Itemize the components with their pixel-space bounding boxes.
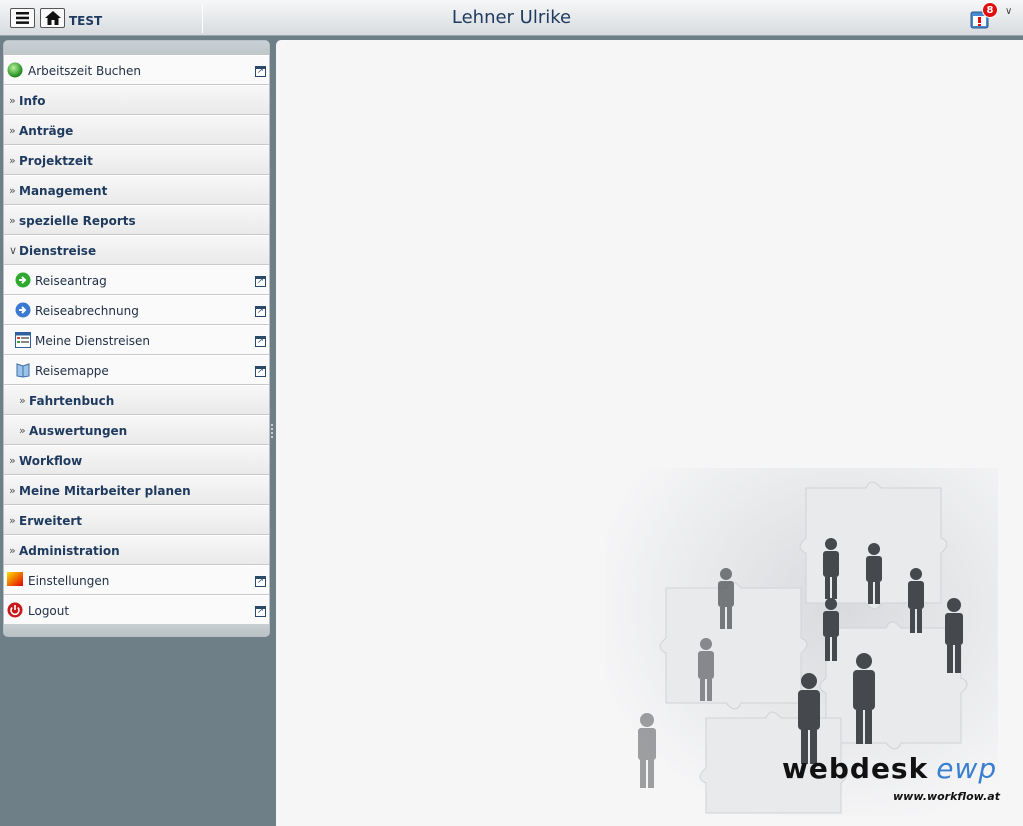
sidebar-item-label: Administration bbox=[19, 544, 120, 558]
webdesk-ewp-logo: webdesk ewp bbox=[782, 752, 997, 785]
chevron-right-icon: » bbox=[9, 154, 16, 167]
sidebar-item-arbeitszeit-buchen[interactable]: Arbeitszeit Buchen bbox=[4, 55, 269, 85]
sidebar-item-antraege[interactable]: » Anträge bbox=[4, 115, 269, 145]
open-external-icon[interactable] bbox=[255, 576, 266, 587]
chevron-right-icon: » bbox=[9, 94, 16, 107]
open-external-icon[interactable] bbox=[255, 276, 266, 287]
chevron-right-icon: » bbox=[19, 394, 26, 407]
sidebar-item-label: Workflow bbox=[19, 454, 83, 468]
sidebar-item-auswertungen[interactable]: » Auswertungen bbox=[4, 415, 269, 445]
sidebar-menu: Arbeitszeit Buchen»Info»Anträge»Projektz… bbox=[3, 40, 270, 637]
sidebar-item-reisemappe[interactable]: Reisemappe bbox=[4, 355, 269, 385]
sidebar-item-spezielle-reports[interactable]: » spezielle Reports bbox=[4, 205, 269, 235]
open-external-icon[interactable] bbox=[255, 66, 266, 77]
top-bar: TEST Lehner Ulrike 8 ∨ bbox=[0, 0, 1023, 36]
brand-name: webdesk bbox=[782, 752, 929, 785]
chevron-right-icon: » bbox=[9, 544, 16, 557]
sidebar-item-label: Dienstreise bbox=[19, 244, 97, 258]
chevron-right-icon: » bbox=[9, 484, 16, 497]
sidebar-item-label: Reisemappe bbox=[35, 364, 109, 378]
main-content: webdesk ewp www.workflow.at bbox=[276, 40, 1023, 826]
sidebar-item-info[interactable]: » Info bbox=[4, 85, 269, 115]
sidebar-footer bbox=[4, 624, 269, 636]
sidebar-item-label: Projektzeit bbox=[19, 154, 93, 168]
chevron-right-icon: » bbox=[9, 124, 16, 137]
sidebar-item-fahrtenbuch[interactable]: » Fahrtenbuch bbox=[4, 385, 269, 415]
sidebar-splitter-handle[interactable] bbox=[271, 424, 273, 440]
open-external-icon[interactable] bbox=[255, 366, 266, 377]
chevron-right-icon: » bbox=[9, 184, 16, 197]
sidebar-item-meine-dienstreisen[interactable]: Meine Dienstreisen bbox=[4, 325, 269, 355]
open-external-icon[interactable] bbox=[255, 606, 266, 617]
sidebar-item-label: Reiseabrechnung bbox=[35, 304, 139, 318]
sidebar-item-label: Meine Mitarbeiter planen bbox=[19, 484, 191, 498]
chevron-down-icon[interactable]: ∨ bbox=[1005, 6, 1012, 17]
sidebar-item-label: Anträge bbox=[19, 124, 74, 138]
sidebar-item-logout[interactable]: Logout bbox=[4, 595, 269, 625]
sidebar-item-label: spezielle Reports bbox=[19, 214, 136, 228]
sidebar-item-label: Erweitert bbox=[19, 514, 82, 528]
sidebar-item-dienstreise[interactable]: ∨ Dienstreise bbox=[4, 235, 269, 265]
menu-list: Arbeitszeit Buchen»Info»Anträge»Projektz… bbox=[4, 55, 269, 625]
chevron-right-icon: » bbox=[9, 454, 16, 467]
sidebar-item-label: Einstellungen bbox=[28, 574, 110, 588]
sidebar-item-label: Meine Dienstreisen bbox=[35, 334, 151, 348]
list-window-icon bbox=[15, 332, 31, 348]
brand-suffix: ewp bbox=[936, 752, 998, 785]
sidebar-item-reiseantrag[interactable]: Reiseantrag bbox=[4, 265, 269, 295]
sidebar-item-management[interactable]: » Management bbox=[4, 175, 269, 205]
sidebar-item-einstellungen[interactable]: Einstellungen bbox=[4, 565, 269, 595]
gradient-settings-icon bbox=[7, 572, 23, 588]
chevron-down-icon: ∨ bbox=[9, 244, 18, 257]
chevron-right-icon: » bbox=[9, 214, 16, 227]
notification-badge[interactable]: 8 bbox=[982, 2, 998, 18]
sidebar-item-workflow[interactable]: » Workflow bbox=[4, 445, 269, 475]
green-arrow-icon bbox=[15, 272, 31, 288]
sidebar-item-label: Info bbox=[19, 94, 46, 108]
sidebar-header bbox=[4, 41, 269, 55]
brand-url: www.workflow.at bbox=[893, 790, 1000, 803]
sidebar-item-label: Arbeitszeit Buchen bbox=[28, 64, 141, 78]
sidebar-item-meine-mitarbeiter-planen[interactable]: » Meine Mitarbeiter planen bbox=[4, 475, 269, 505]
sidebar-item-label: Logout bbox=[28, 604, 70, 618]
chevron-right-icon: » bbox=[9, 514, 16, 527]
blue-arrow-icon bbox=[15, 302, 31, 318]
open-external-icon[interactable] bbox=[255, 336, 266, 347]
chevron-right-icon: » bbox=[19, 424, 26, 437]
sidebar-item-label: Management bbox=[19, 184, 108, 198]
power-icon bbox=[7, 602, 23, 618]
green-orb-icon bbox=[7, 62, 23, 78]
sidebar-item-label: Fahrtenbuch bbox=[29, 394, 115, 408]
user-name: Lehner Ulrike bbox=[451, 7, 572, 28]
sidebar-item-projektzeit[interactable]: » Projektzeit bbox=[4, 145, 269, 175]
book-icon bbox=[15, 362, 31, 378]
sidebar-item-erweitert[interactable]: » Erweitert bbox=[4, 505, 269, 535]
sidebar-item-label: Auswertungen bbox=[29, 424, 128, 438]
sidebar-item-reiseabrechnung[interactable]: Reiseabrechnung bbox=[4, 295, 269, 325]
sidebar-item-administration[interactable]: » Administration bbox=[4, 535, 269, 565]
sidebar-item-label: Reiseantrag bbox=[35, 274, 107, 288]
open-external-icon[interactable] bbox=[255, 306, 266, 317]
